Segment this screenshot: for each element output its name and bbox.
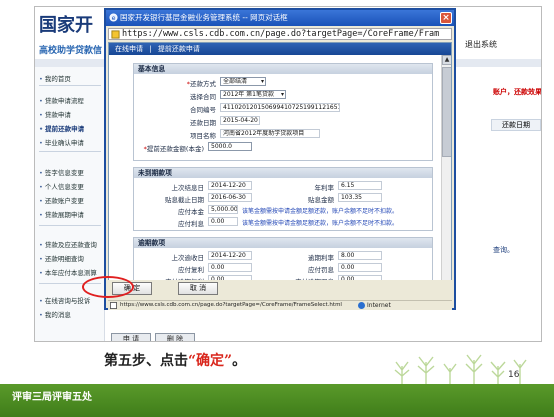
dialog-window: e 国家开发银行基层金融业务管理系统 -- 网页对话框 × https://ww… [104, 8, 456, 310]
principal-note: 该笔金额需按申请金额足额还款，账户余额不足时不扣款。 [242, 208, 399, 215]
sidebar-item-loan-process[interactable]: 贷款申请流程 [39, 95, 84, 105]
sidebar-item-graduation[interactable]: 毕业确认申请 [39, 137, 84, 147]
subsidy-amount-label: 贴息金额 [308, 196, 334, 204]
unexpired-panel: 未到期款项 上次结息日 2014-12-20 年利率 6.15 贴息截止日期 2… [133, 167, 433, 231]
principal-due-field: 5,000.00 [208, 205, 238, 214]
tab-separator: | [149, 45, 152, 53]
compound-due-label: 应付复利 [178, 266, 204, 274]
sidebar-item-messages[interactable]: 我的消息 [39, 309, 71, 319]
contract-label: 选择合同 [190, 93, 216, 101]
tab-online-apply[interactable]: 在线申请 [115, 45, 143, 53]
page-icon [111, 30, 120, 39]
early-amount-label: 提前还款金额(本金) [136, 143, 204, 153]
last-interest-date-label: 上次结息日 [171, 184, 205, 192]
annual-rate-label: 年利率 [314, 184, 335, 192]
subsidy-amount-field: 103.35 [338, 193, 382, 202]
sidebar: 我的首页 贷款申请流程 贷款申请 提前还款申请 毕业确认申请 签字信息变更 个人… [35, 67, 105, 341]
slide-caption: 第五步、点击“确定”。 [104, 350, 246, 370]
contract-no-field: 411020120150699410725199112165137 [220, 103, 340, 112]
annual-rate-field: 6.15 [338, 181, 382, 190]
close-icon[interactable]: × [440, 12, 452, 24]
delete-button[interactable]: 删 除 [155, 333, 195, 341]
query-text: 查询。 [493, 246, 514, 254]
sidebar-divider [39, 85, 101, 86]
sidebar-item-loan-apply[interactable]: 贷款申请 [39, 109, 71, 119]
repay-date-label: 还款日期 [190, 119, 216, 127]
last-overdue-date-field: 2014-12-20 [208, 251, 252, 260]
principal-due-label: 应付本金 [178, 208, 204, 216]
dialog-tab-strip: 在线申请 | 提前还款申请 [109, 43, 451, 55]
app-subtitle: 高校助学贷款信 [39, 46, 103, 56]
contract-select[interactable]: 2012年 第1笔贷款 [220, 90, 286, 99]
dialog-scrollbar[interactable]: ▲ ▼ [441, 55, 451, 297]
scroll-thumb[interactable] [442, 67, 451, 157]
early-amount-input[interactable]: 5000.0 [208, 142, 252, 151]
app-title: 国家开 [39, 15, 93, 36]
dialog-url: https://www.csls.cdb.com.cn/page.do?targ… [122, 29, 440, 39]
dialog-content: 在线申请 | 提前还款申请 基本信息 还款方式 全部结清 选择合同 2012年 … [108, 42, 452, 298]
caption-highlight: “确定” [188, 353, 233, 369]
status-zone: Internet [358, 301, 391, 310]
last-overdue-date-label: 上次逾收日 [171, 254, 205, 262]
svg-text:e: e [112, 15, 116, 22]
highlight-ring [82, 276, 134, 298]
repay-date-column-header: 还款日期 [491, 119, 541, 131]
sidebar-divider [39, 225, 101, 226]
overdue-rate-label: 逾期利率 [308, 254, 334, 262]
sidebar-item-home[interactable]: 我的首页 [39, 73, 71, 83]
project-name-label: 项目名称 [190, 132, 216, 140]
dialog-address-bar: https://www.csls.cdb.com.cn/page.do?targ… [108, 28, 452, 40]
ie-icon: e [109, 13, 118, 22]
overdue-header: 逾期款项 [134, 238, 432, 248]
decorative-trees [394, 354, 527, 386]
sidebar-item-personal-change[interactable]: 个人信息变更 [39, 181, 84, 191]
subsidy-end-label: 贴息截止日期 [165, 196, 204, 204]
basic-info-panel: 基本信息 还款方式 全部结清 选择合同 2012年 第1笔贷款 合同编号 411… [133, 63, 433, 161]
sidebar-item-interest-calc[interactable]: 本年应付本息测算 [39, 267, 97, 277]
sidebar-item-account-change[interactable]: 还款账户变更 [39, 195, 84, 205]
footer-label: 评审三局评审五处 [12, 392, 92, 403]
project-name-field: 河南省2012年度助学贷款项目 [220, 129, 320, 138]
penalty-due-label: 应付罚息 [308, 266, 334, 274]
penalty-due-field: 0.00 [338, 263, 382, 272]
apply-button[interactable]: 申 请 [111, 333, 151, 341]
unexpired-header: 未到期款项 [134, 168, 432, 178]
dialog-title-bar[interactable]: e 国家开发银行基层金融业务管理系统 -- 网页对话框 [106, 10, 454, 26]
sidebar-divider [39, 151, 101, 152]
sidebar-item-loan-query[interactable]: 贷款及应还款查询 [39, 239, 97, 249]
last-interest-date-field: 2014-12-20 [208, 181, 252, 190]
interest-note: 该笔金额需按申请金额足额还款，账户余额不足时不扣款。 [242, 220, 399, 227]
interest-due-field: 0.00 [208, 217, 238, 226]
repay-date-field: 2015-04-20 [220, 116, 260, 125]
status-zone-label: Internet [367, 302, 391, 309]
scroll-up-icon[interactable]: ▲ [442, 55, 451, 65]
dialog-button-bar: 确 定 取 消 [108, 280, 452, 298]
repayment-notice: 账户，还款效果请于下 [493, 88, 542, 96]
sidebar-item-extension[interactable]: 贷款展期申请 [39, 209, 84, 219]
dialog-status-bar: https://www.csls.cdb.com.cn/page.do?targ… [108, 300, 452, 310]
overdue-rate-field: 8.00 [338, 251, 382, 260]
sidebar-item-repay-detail[interactable]: 还款明细查询 [39, 253, 84, 263]
caption-prefix: 第五步、点击 [104, 353, 188, 369]
cancel-button[interactable]: 取 消 [178, 282, 218, 295]
page-number: 16 [508, 370, 520, 380]
sidebar-item-early-repay[interactable]: 提前还款申请 [39, 123, 84, 133]
tab-early-repay[interactable]: 提前还款申请 [158, 45, 200, 53]
contract-no-label: 合同编号 [190, 106, 216, 114]
repay-method-select[interactable]: 全部结清 [220, 77, 266, 86]
compound-due-field: 0.00 [208, 263, 252, 272]
page-status-icon [110, 302, 117, 309]
logout-button[interactable]: 退出系统 [465, 39, 497, 50]
sidebar-item-signature-change[interactable]: 签字信息变更 [39, 167, 84, 177]
interest-due-label: 应付利息 [178, 220, 204, 228]
caption-suffix: 。 [232, 353, 247, 369]
basic-info-header: 基本信息 [134, 64, 432, 74]
repay-method-label: 还款方式 [136, 78, 216, 88]
dialog-title: 国家开发银行基层金融业务管理系统 -- 网页对话框 [120, 13, 288, 22]
sidebar-item-consult[interactable]: 在线咨询与投诉 [39, 295, 91, 305]
status-url: https://www.csls.cdb.com.cn/page.do?targ… [120, 302, 342, 308]
globe-icon [358, 302, 365, 309]
subsidy-end-field: 2016-06-30 [208, 193, 252, 202]
